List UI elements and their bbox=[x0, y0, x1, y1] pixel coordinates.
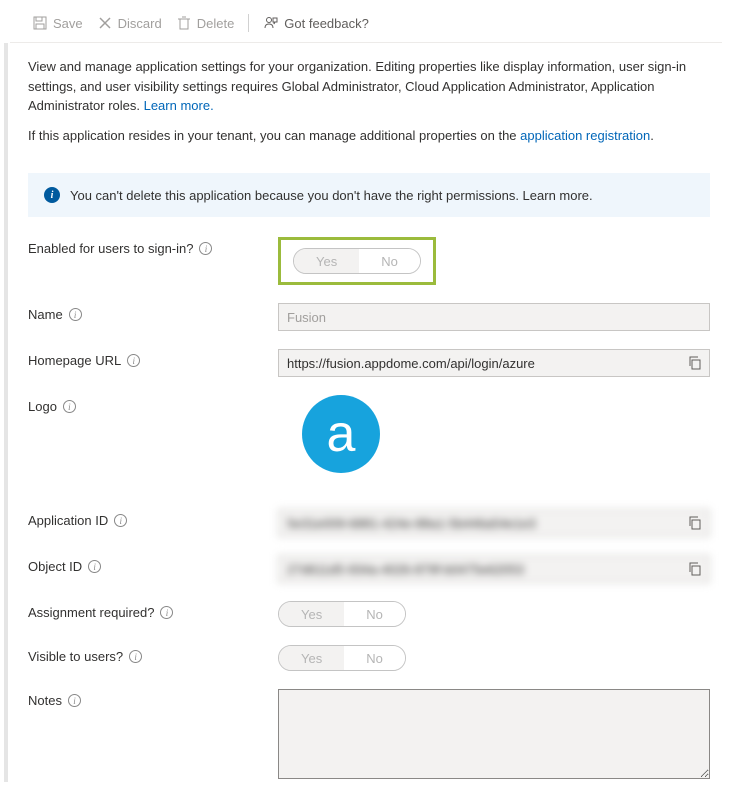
app-logo[interactable]: a bbox=[302, 395, 380, 473]
help-icon[interactable]: i bbox=[127, 354, 140, 367]
info-icon: i bbox=[44, 187, 60, 203]
objectid-label: Object ID bbox=[28, 559, 82, 574]
help-icon[interactable]: i bbox=[69, 308, 82, 321]
appid-label: Application ID bbox=[28, 513, 108, 528]
enabled-highlight: Yes No bbox=[278, 237, 436, 285]
delete-icon bbox=[176, 15, 192, 31]
objectid-input[interactable] bbox=[278, 555, 710, 583]
copy-icon bbox=[687, 515, 703, 531]
save-icon bbox=[32, 15, 48, 31]
help-icon[interactable]: i bbox=[63, 400, 76, 413]
learn-more-link[interactable]: Learn more. bbox=[144, 98, 214, 113]
name-label: Name bbox=[28, 307, 63, 322]
visible-no[interactable]: No bbox=[344, 646, 405, 670]
feedback-icon bbox=[263, 15, 279, 31]
notes-label: Notes bbox=[28, 693, 62, 708]
enabled-label: Enabled for users to sign-in? bbox=[28, 241, 193, 256]
visible-label: Visible to users? bbox=[28, 649, 123, 664]
help-icon[interactable]: i bbox=[129, 650, 142, 663]
feedback-label: Got feedback? bbox=[284, 16, 369, 31]
copy-appid-button[interactable] bbox=[681, 510, 709, 536]
copy-homepage-button[interactable] bbox=[681, 350, 709, 376]
enabled-toggle[interactable]: Yes No bbox=[293, 248, 421, 274]
help-icon[interactable]: i bbox=[88, 560, 101, 573]
homepage-input[interactable] bbox=[278, 349, 710, 377]
delete-label: Delete bbox=[197, 16, 235, 31]
homepage-label: Homepage URL bbox=[28, 353, 121, 368]
name-input bbox=[278, 303, 710, 331]
toolbar-separator bbox=[248, 14, 249, 32]
info-message-text: You can't delete this application becaus… bbox=[70, 188, 593, 203]
save-label: Save bbox=[53, 16, 83, 31]
enabled-no[interactable]: No bbox=[359, 249, 420, 273]
delete-button[interactable]: Delete bbox=[176, 15, 235, 31]
discard-label: Discard bbox=[118, 16, 162, 31]
assignment-toggle[interactable]: Yes No bbox=[278, 601, 406, 627]
enabled-yes[interactable]: Yes bbox=[294, 249, 359, 273]
assignment-no[interactable]: No bbox=[344, 602, 405, 626]
info-message-bar: i You can't delete this application beca… bbox=[28, 173, 710, 217]
visible-toggle[interactable]: Yes No bbox=[278, 645, 406, 671]
help-icon[interactable]: i bbox=[68, 694, 81, 707]
intro-paragraph-1: View and manage application settings for… bbox=[28, 57, 710, 116]
copy-objectid-button[interactable] bbox=[681, 556, 709, 582]
notes-textarea[interactable] bbox=[278, 689, 710, 779]
help-icon[interactable]: i bbox=[160, 606, 173, 619]
discard-button[interactable]: Discard bbox=[97, 15, 162, 31]
app-registration-link[interactable]: application registration bbox=[520, 128, 650, 143]
feedback-button[interactable]: Got feedback? bbox=[263, 15, 369, 31]
copy-icon bbox=[687, 355, 703, 371]
intro-paragraph-2: If this application resides in your tena… bbox=[28, 126, 710, 146]
appid-input[interactable] bbox=[278, 509, 710, 537]
logo-label: Logo bbox=[28, 399, 57, 414]
save-button[interactable]: Save bbox=[32, 15, 83, 31]
assignment-yes[interactable]: Yes bbox=[279, 602, 344, 626]
help-icon[interactable]: i bbox=[199, 242, 212, 255]
help-icon[interactable]: i bbox=[114, 514, 127, 527]
discard-icon bbox=[97, 15, 113, 31]
assignment-label: Assignment required? bbox=[28, 605, 154, 620]
visible-yes[interactable]: Yes bbox=[279, 646, 344, 670]
copy-icon bbox=[687, 561, 703, 577]
